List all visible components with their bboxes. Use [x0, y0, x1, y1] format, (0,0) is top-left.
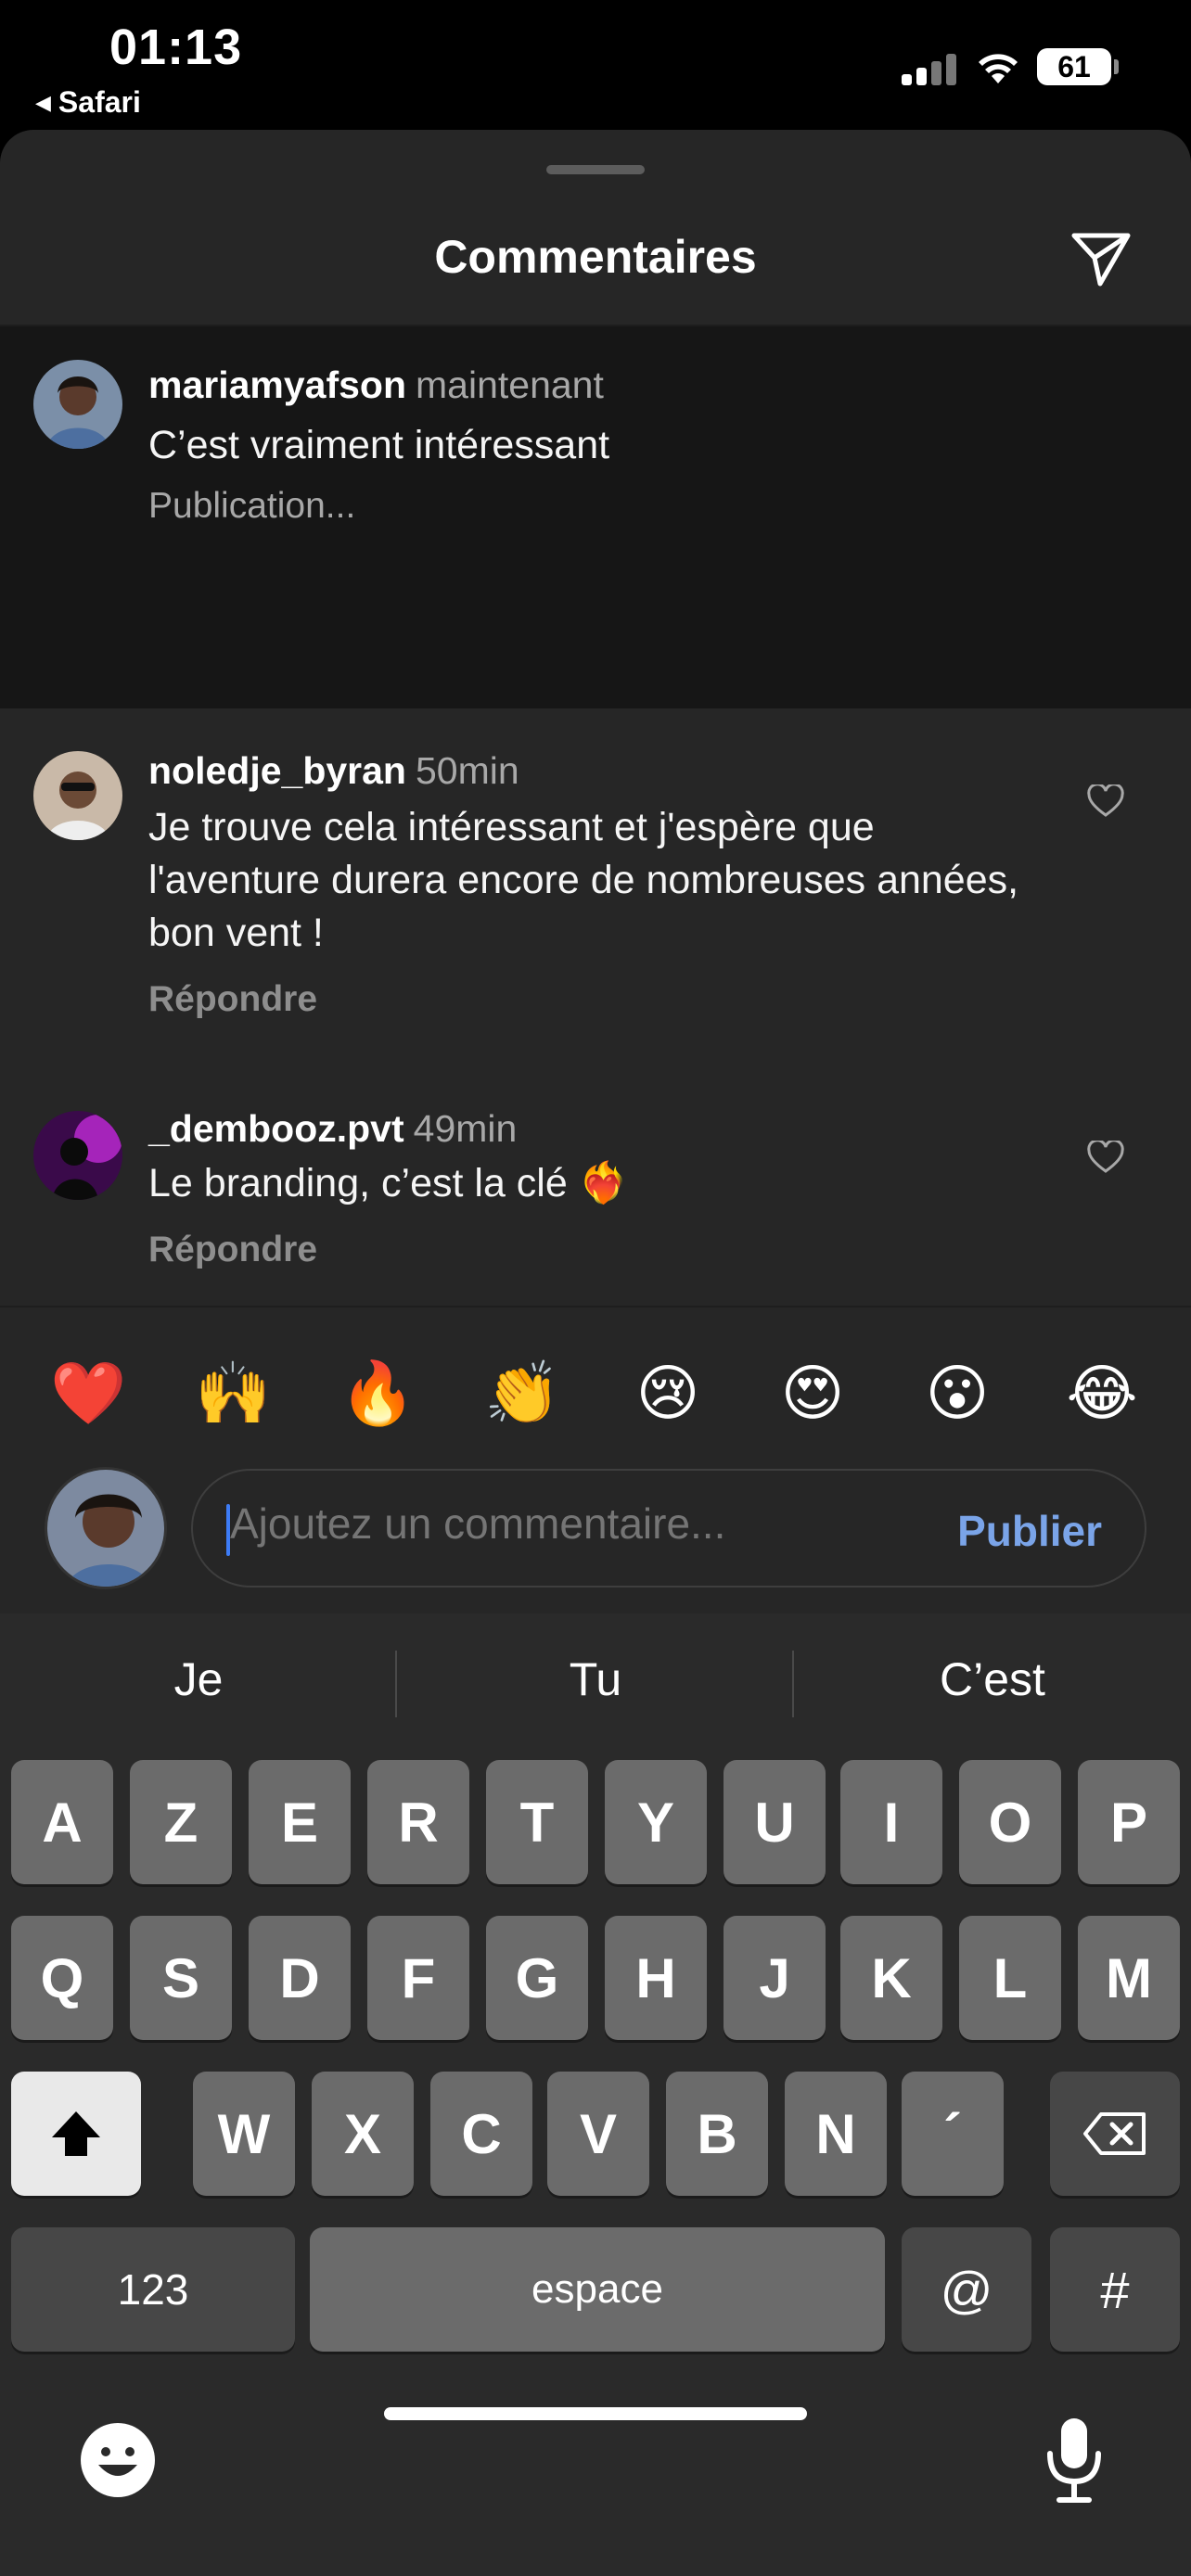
comment-username[interactable]: noledje_byran	[148, 749, 406, 792]
sheet-title: Commentaires	[434, 231, 757, 283]
emoji-fire[interactable]: 🔥	[339, 1356, 416, 1430]
key-q[interactable]: Q	[11, 1916, 113, 2040]
key-t[interactable]: T	[486, 1760, 588, 1884]
comment-header: _dembooz.pvt 49min	[148, 1107, 517, 1151]
keyboard: Je Tu C’est A Z E R T Y U I O P Q S D F …	[0, 1613, 1191, 2576]
suggestion-3[interactable]: C’est	[794, 1652, 1191, 1706]
key-z[interactable]: Z	[130, 1760, 232, 1884]
comment-text: Je trouve cela intéressant et j'espère q…	[148, 805, 1019, 955]
emoji-crying-face[interactable]: 😢	[631, 1356, 705, 1430]
back-triangle-icon: ◀	[35, 90, 51, 114]
status-time: 01:13	[109, 19, 243, 75]
comment-time: 49min	[413, 1107, 518, 1150]
paper-plane-icon[interactable]	[1069, 230, 1133, 289]
emoji-keyboard-icon[interactable]	[78, 2420, 158, 2500]
delete-key[interactable]	[1050, 2072, 1180, 2196]
avatar[interactable]	[33, 1111, 122, 1200]
comment-item: _dembooz.pvt 49min Le branding, c’est la …	[0, 1061, 1191, 1320]
suggestion-2[interactable]: Tu	[397, 1652, 794, 1706]
key-n[interactable]: N	[785, 2072, 887, 2196]
back-to-safari-link[interactable]: ◀ Safari	[35, 85, 141, 120]
key-e[interactable]: E	[249, 1760, 351, 1884]
hash-key[interactable]: #	[1050, 2227, 1180, 2352]
emoji-heart-eyes[interactable]: 😍	[775, 1356, 850, 1430]
key-r[interactable]: R	[367, 1760, 469, 1884]
suggestion-1[interactable]: Je	[0, 1652, 397, 1706]
comment-composer: Publier	[191, 1469, 1146, 1588]
like-heart-icon[interactable]	[1087, 1141, 1124, 1174]
sheet-grabber[interactable]	[546, 165, 645, 174]
key-a[interactable]: A	[11, 1760, 113, 1884]
emoji-clapping-hands[interactable]: 👏	[484, 1356, 560, 1430]
space-key[interactable]: espace	[310, 2227, 885, 2352]
battery-tip	[1114, 59, 1119, 74]
emoji-red-heart[interactable]: ❤️	[50, 1356, 126, 1430]
at-key[interactable]: @	[902, 2227, 1031, 2352]
emoji-tears-of-joy[interactable]: 😂	[1065, 1356, 1139, 1430]
avatar[interactable]	[33, 751, 122, 840]
key-g[interactable]: G	[486, 1916, 588, 2040]
reply-button[interactable]: Répondre	[148, 1230, 317, 1270]
comment-item: noledje_byran 50min Je trouve cela intére…	[0, 708, 1191, 1061]
shift-key[interactable]	[11, 2072, 141, 2196]
numbers-key[interactable]: 123	[11, 2227, 295, 2352]
battery-icon: 61	[1037, 48, 1111, 85]
cellular-signal-icon	[902, 52, 957, 85]
home-indicator[interactable]	[384, 2407, 807, 2420]
key-h[interactable]: H	[605, 1916, 707, 2040]
key-s[interactable]: S	[130, 1916, 232, 2040]
publishing-status: Publication...	[148, 486, 356, 526]
key-o[interactable]: O	[959, 1760, 1061, 1884]
key-i[interactable]: I	[840, 1760, 942, 1884]
comment-text: C’est vraiment intéressant	[148, 423, 610, 467]
shift-arrow-icon	[52, 2111, 100, 2156]
key-y[interactable]: Y	[605, 1760, 707, 1884]
like-heart-icon[interactable]	[1087, 784, 1124, 818]
comment-header: noledje_byran 50min	[148, 749, 519, 793]
comment-input[interactable]	[230, 1498, 898, 1549]
wifi-icon	[979, 54, 1018, 83]
key-m[interactable]: M	[1078, 1916, 1180, 2040]
key-f[interactable]: F	[367, 1916, 469, 2040]
reply-button[interactable]: Répondre	[148, 979, 317, 1020]
back-app-label: Safari	[58, 85, 141, 119]
avatar[interactable]	[33, 360, 122, 449]
key-w[interactable]: W	[193, 2072, 295, 2196]
key-d[interactable]: D	[249, 1916, 351, 2040]
key-x[interactable]: X	[312, 2072, 414, 2196]
key-p[interactable]: P	[1078, 1760, 1180, 1884]
status-bar: 01:13 ◀ Safari 61	[0, 0, 1191, 130]
comment-time: maintenant	[416, 363, 604, 406]
microphone-icon[interactable]	[1043, 2417, 1106, 2506]
backspace-icon	[1083, 2112, 1146, 2155]
comment-time: 50min	[415, 749, 519, 792]
comment-item-pending: mariamyafson maintenant C’est vraiment in…	[0, 326, 1191, 708]
key-v[interactable]: V	[547, 2072, 649, 2196]
predictive-bar: Je Tu C’est	[0, 1613, 1191, 1753]
comment-header: mariamyafson maintenant	[148, 363, 604, 407]
emoji-open-mouth[interactable]: 😮	[920, 1356, 994, 1430]
key-acute-accent[interactable]: ´	[902, 2072, 1004, 2196]
key-b[interactable]: B	[666, 2072, 768, 2196]
emoji-quick-bar: ❤️ 🙌 🔥 👏 😢 😍 😮 😂	[0, 1306, 1191, 1473]
current-user-avatar	[45, 1467, 167, 1589]
comment-username[interactable]: mariamyafson	[148, 363, 406, 406]
comment-username[interactable]: _dembooz.pvt	[148, 1107, 404, 1150]
emoji-raised-hands[interactable]: 🙌	[195, 1356, 271, 1430]
key-k[interactable]: K	[840, 1916, 942, 2040]
comment-text: Le branding, c’est la clé ❤️‍🔥	[148, 1161, 629, 1205]
key-l[interactable]: L	[959, 1916, 1061, 2040]
key-c[interactable]: C	[430, 2072, 532, 2196]
key-j[interactable]: J	[724, 1916, 826, 2040]
key-u[interactable]: U	[724, 1760, 826, 1884]
publish-button[interactable]: Publier	[957, 1506, 1102, 1556]
